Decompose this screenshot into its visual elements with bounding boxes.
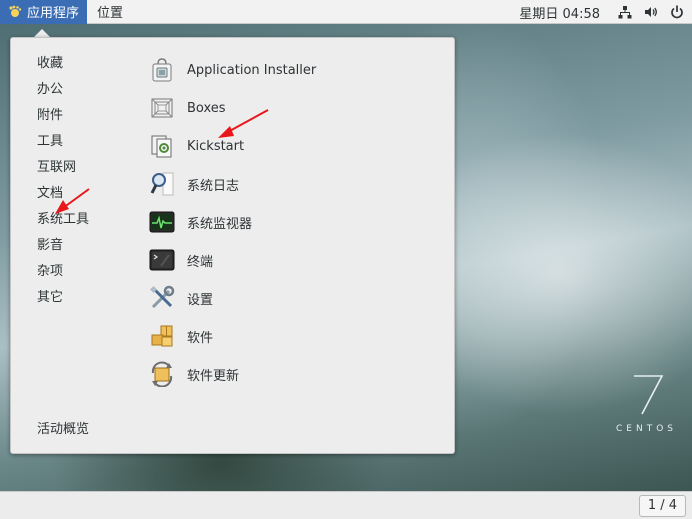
annotation-arrow-system-tools	[55, 188, 90, 214]
annotation-arrow-kickstart	[218, 109, 269, 138]
annotation-layer	[55, 109, 269, 214]
